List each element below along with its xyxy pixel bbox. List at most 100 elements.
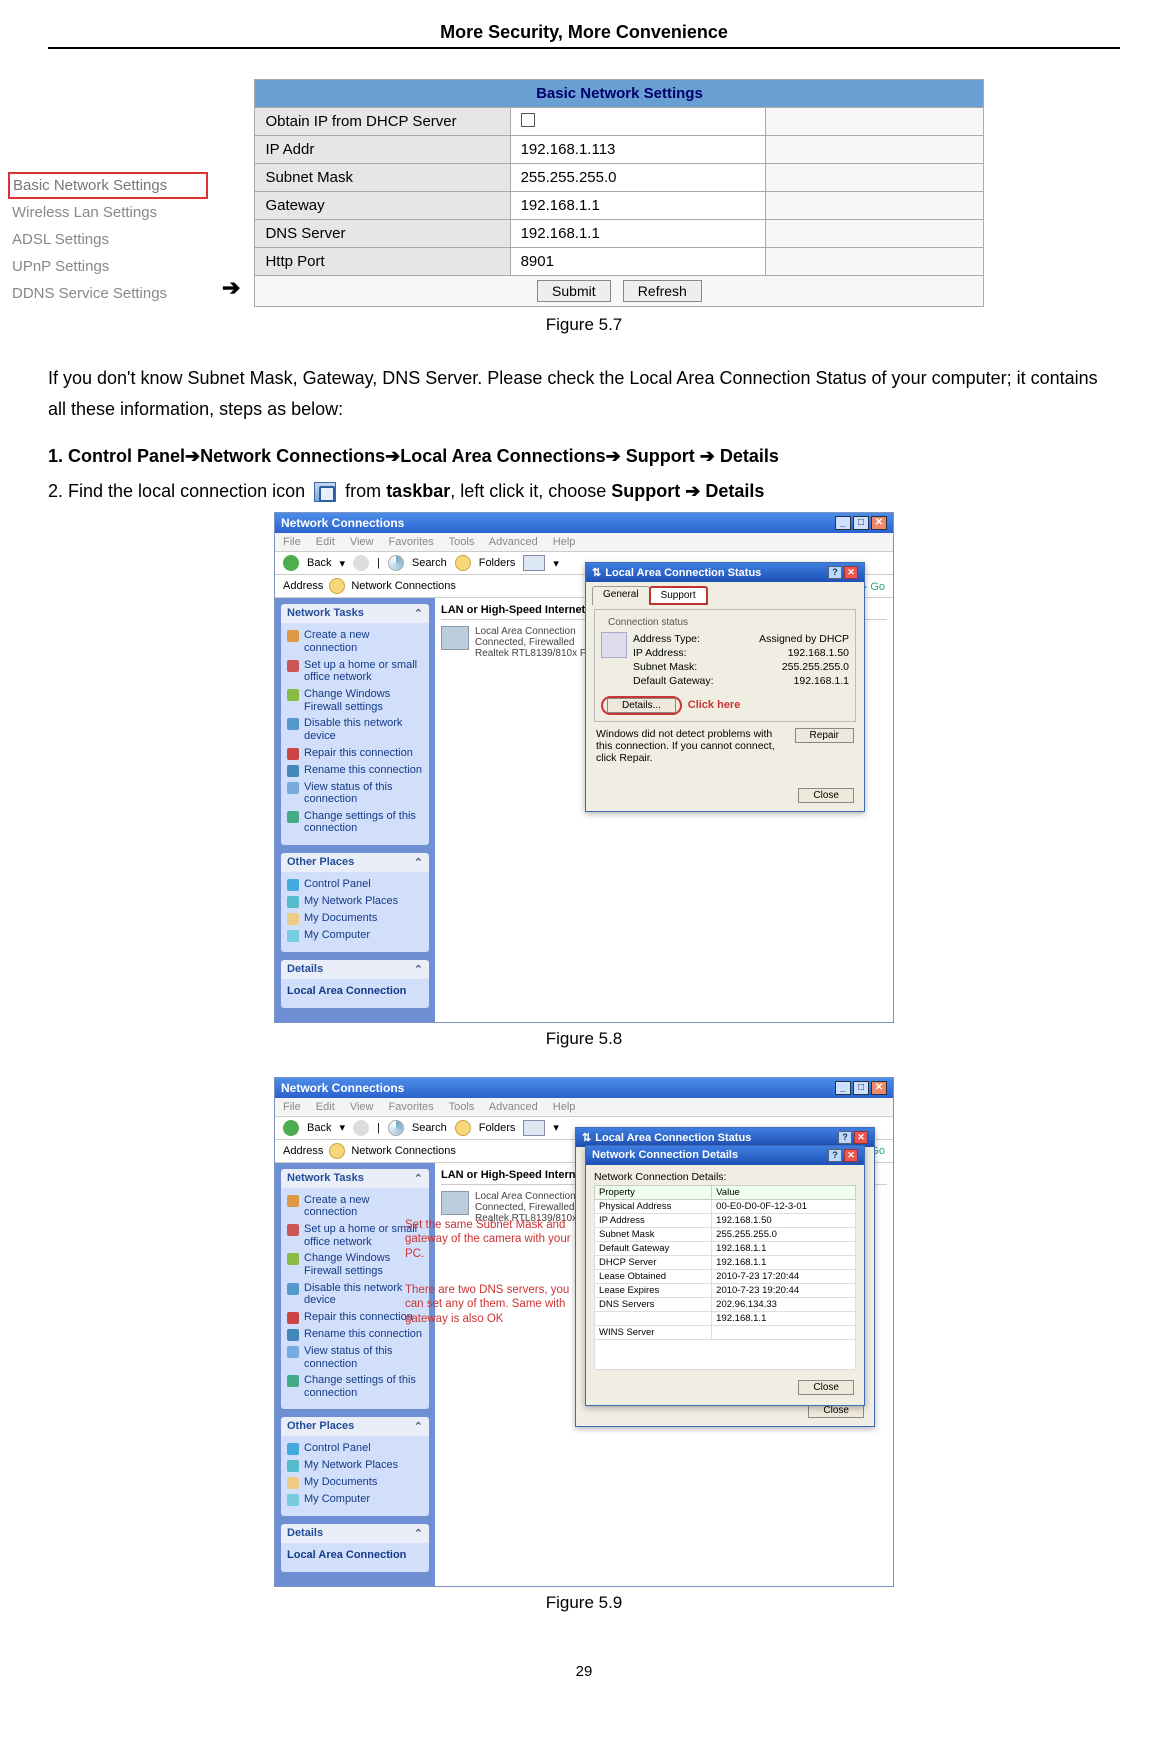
task-create-connection[interactable]: Create a new connection <box>287 627 423 656</box>
task-disable[interactable]: Disable this network device <box>287 715 423 744</box>
window-controls: _ □ ✕ <box>835 516 887 530</box>
views-icon[interactable] <box>523 555 545 571</box>
annotation-subnet-gateway: Set the same Subnet Mask and gateway of … <box>405 1218 580 1261</box>
folders-icon[interactable] <box>455 555 471 571</box>
refresh-button[interactable]: Refresh <box>623 280 702 302</box>
nav-adsl[interactable]: ADSL Settings <box>8 226 208 253</box>
place-my-documents[interactable]: My Documents <box>287 910 423 927</box>
back-icon[interactable] <box>283 1120 299 1136</box>
forward-icon[interactable] <box>353 555 369 571</box>
sidebar-other-places-title: Other Places⌃ <box>281 853 429 872</box>
lan-connection-icon <box>441 1191 469 1215</box>
close-icon[interactable]: ✕ <box>871 1081 887 1095</box>
tab-support[interactable]: Support <box>649 586 708 605</box>
window-titlebar: Network Connections _ □ ✕ <box>275 513 893 533</box>
dialog-title: ⇅Local Area Connection Status <box>592 566 761 579</box>
address-value[interactable]: Network Connections <box>351 580 456 592</box>
settings-nav-panel: Basic Network Settings Wireless Lan Sett… <box>8 172 208 307</box>
details-close-button[interactable]: Close <box>798 1380 854 1395</box>
task-repair[interactable]: Repair this connection <box>287 745 423 762</box>
close-button[interactable]: Close <box>798 788 854 803</box>
step-2: 2. Find the local connection icon from t… <box>48 481 1120 502</box>
repair-button[interactable]: Repair <box>795 728 854 743</box>
close-icon[interactable]: ✕ <box>871 516 887 530</box>
row-dns-value[interactable]: 192.168.1.1 <box>510 220 765 248</box>
menu-help[interactable]: Help <box>553 536 576 548</box>
sidebar-details-title: Details⌃ <box>281 960 429 979</box>
row-subnet-label: Subnet Mask <box>255 164 510 192</box>
dialog-help-icon[interactable]: ? <box>838 1131 852 1144</box>
dialog-help-icon[interactable]: ? <box>828 1149 842 1162</box>
menu-view[interactable]: View <box>350 536 374 548</box>
task-rename[interactable]: Rename this connection <box>287 762 423 779</box>
minimize-icon[interactable]: _ <box>835 1081 851 1095</box>
search-icon[interactable] <box>388 555 404 571</box>
back-icon[interactable] <box>283 555 299 571</box>
settings-table-title: Basic Network Settings <box>255 80 984 108</box>
menu-favorites[interactable]: Favorites <box>389 536 434 548</box>
row-subnet-value[interactable]: 255.255.255.0 <box>510 164 765 192</box>
place-network-places[interactable]: My Network Places <box>287 893 423 910</box>
folders-label[interactable]: Folders <box>479 557 516 569</box>
task-change-settings[interactable]: Change settings of this connection <box>287 808 423 837</box>
row-ip-value[interactable]: 192.168.1.113 <box>510 136 765 164</box>
figure-5-8-window: Network Connections _ □ ✕ File Edit View… <box>274 512 894 1022</box>
figure-5-8-caption: Figure 5.8 <box>48 1029 1120 1049</box>
details-button[interactable]: Details... <box>607 698 676 713</box>
row-gateway-value[interactable]: 192.168.1.1 <box>510 192 765 220</box>
figure-5-9-window: Network Connections _ □ ✕ File Edit View… <box>274 1077 894 1587</box>
dialog-help-icon[interactable]: ? <box>828 566 842 579</box>
dhcp-checkbox-icon[interactable] <box>521 113 535 127</box>
figure-5-9-caption: Figure 5.9 <box>48 1593 1120 1613</box>
address-label: Address <box>283 580 323 592</box>
sidebar: Network Tasks⌃ Create a new connection S… <box>275 598 435 1021</box>
maximize-icon[interactable]: □ <box>853 516 869 530</box>
row-spacer <box>765 108 984 136</box>
group-connection-status: Connection status <box>605 617 691 628</box>
window-menubar: File Edit View Favorites Tools Advanced … <box>275 533 893 552</box>
dialog-close-icon[interactable]: ✕ <box>844 566 858 579</box>
connection-taskbar-icon <box>314 482 336 502</box>
status-icon <box>601 632 627 658</box>
nav-wireless[interactable]: Wireless Lan Settings <box>8 199 208 226</box>
connection-details-table: PropertyValue Physical Address00-E0-D0-0… <box>594 1185 856 1370</box>
forward-icon[interactable] <box>353 1120 369 1136</box>
details-dialog-title: Network Connection Details <box>592 1149 738 1162</box>
task-firewall[interactable]: Change Windows Firewall settings <box>287 686 423 715</box>
menu-advanced[interactable]: Advanced <box>489 536 538 548</box>
search-label[interactable]: Search <box>412 557 447 569</box>
row-dhcp-value[interactable] <box>510 108 765 136</box>
views-icon[interactable] <box>523 1120 545 1136</box>
nav-basic-network[interactable]: Basic Network Settings <box>8 172 208 199</box>
menu-tools[interactable]: Tools <box>449 536 475 548</box>
click-here-annotation: Click here <box>688 699 741 711</box>
sidebar-network-tasks-title: Network Tasks⌃ <box>281 604 429 623</box>
lan-connection-icon <box>441 626 469 650</box>
connection-details-dialog: Network Connection Details ?✕ Network Co… <box>585 1145 865 1406</box>
place-my-computer[interactable]: My Computer <box>287 927 423 944</box>
search-icon[interactable] <box>388 1120 404 1136</box>
submit-button[interactable]: Submit <box>537 280 611 302</box>
menu-file[interactable]: File <box>283 536 301 548</box>
minimize-icon[interactable]: _ <box>835 516 851 530</box>
dialog-close-icon[interactable]: ✕ <box>844 1149 858 1162</box>
tab-general[interactable]: General <box>592 586 650 605</box>
folders-icon[interactable] <box>455 1120 471 1136</box>
task-status[interactable]: View status of this connection <box>287 779 423 808</box>
place-control-panel[interactable]: Control Panel <box>287 876 423 893</box>
go-button[interactable]: ▸ Go <box>862 580 885 593</box>
basic-network-settings-table: Basic Network Settings Obtain IP from DH… <box>254 79 984 307</box>
step-1: 1. Control Panel➔Network Connections➔Loc… <box>48 446 1120 467</box>
nav-upnp[interactable]: UPnP Settings <box>8 253 208 280</box>
row-port-value[interactable]: 8901 <box>510 248 765 276</box>
nav-ddns[interactable]: DDNS Service Settings <box>8 280 208 307</box>
task-setup-network[interactable]: Set up a home or small office network <box>287 657 423 686</box>
trouble-text: Windows did not detect problems with thi… <box>596 728 787 764</box>
maximize-icon[interactable]: □ <box>853 1081 869 1095</box>
dialog-close-icon[interactable]: ✕ <box>854 1131 868 1144</box>
window-title: Network Connections <box>281 1081 404 1095</box>
row-dhcp-label: Obtain IP from DHCP Server <box>255 108 510 136</box>
figure-5-7-caption: Figure 5.7 <box>48 315 1120 335</box>
menu-edit[interactable]: Edit <box>316 536 335 548</box>
back-label[interactable]: Back <box>307 557 331 569</box>
